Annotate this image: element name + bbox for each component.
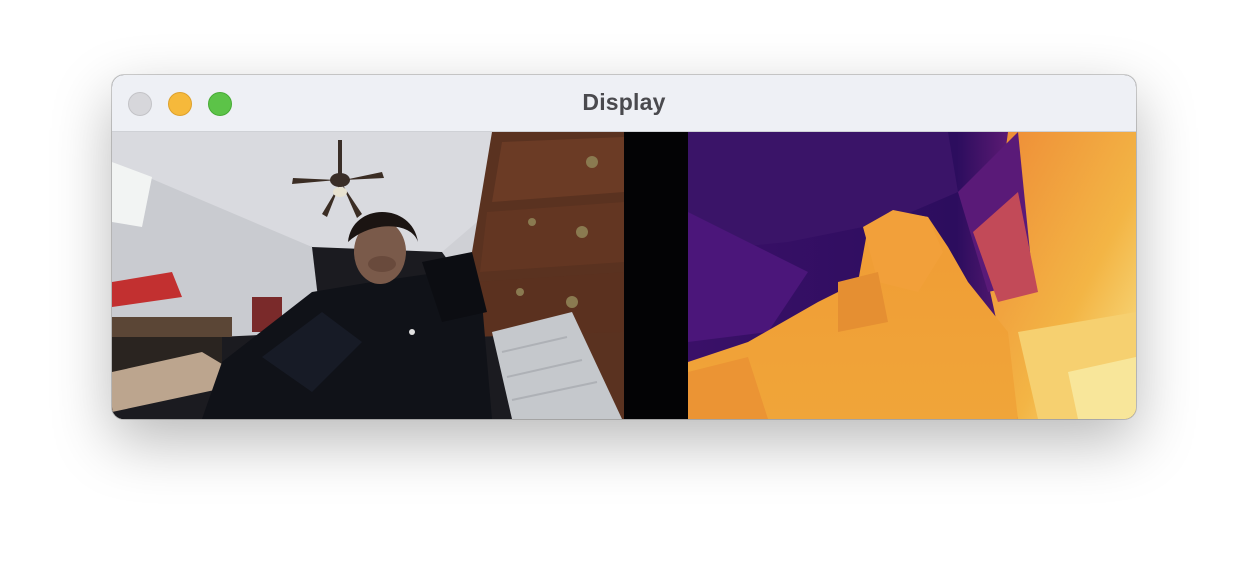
display-window: Display (112, 75, 1136, 419)
camera-scene (112, 132, 624, 419)
depth-map-image (688, 132, 1136, 419)
depth-scene (688, 132, 1136, 419)
display-content (112, 132, 1136, 419)
camera-image (112, 132, 624, 419)
image-separator (624, 132, 688, 419)
title-bar[interactable]: Display (112, 75, 1136, 132)
window-title: Display (582, 89, 666, 115)
